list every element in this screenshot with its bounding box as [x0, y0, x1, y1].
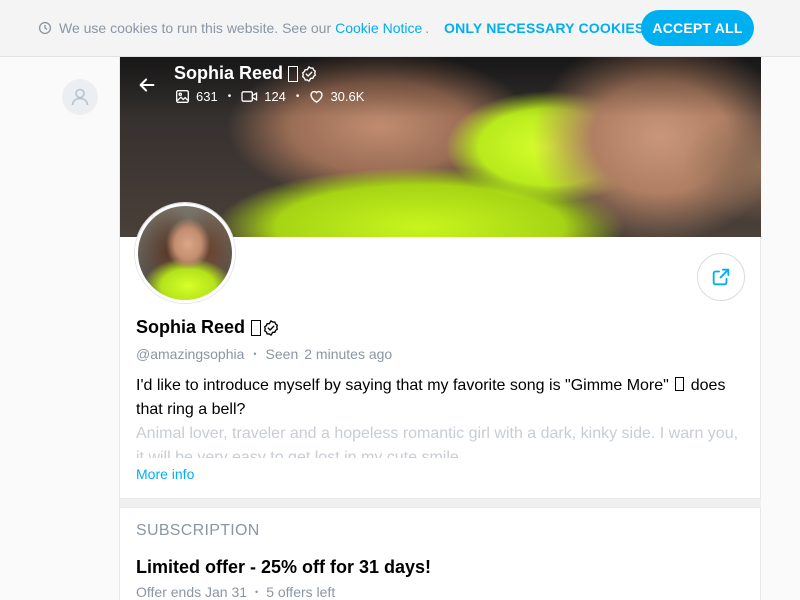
share-icon: [712, 268, 730, 286]
cover-image: Sophia Reed 631 • 124 • 30.6K: [120, 57, 761, 237]
separator-dot: •: [255, 587, 259, 597]
emoji-glyph: [251, 319, 262, 336]
photos-count: 631: [196, 89, 218, 104]
stat-separator: •: [227, 91, 232, 102]
clock-icon: [38, 21, 52, 35]
cookie-notice-link[interactable]: Cookie Notice: [335, 20, 422, 36]
cookie-period: .: [425, 20, 430, 36]
offer-ends: Offer ends Jan 31: [136, 584, 248, 600]
likes-count: 30.6K: [330, 89, 365, 104]
seen-label: Seen: [265, 346, 299, 362]
seen-time: 2 minutes ago: [304, 346, 393, 362]
user-menu-avatar[interactable]: [62, 79, 98, 115]
share-button[interactable]: [697, 253, 745, 301]
emoji-glyph: [675, 377, 685, 391]
more-info-link[interactable]: More info: [136, 466, 194, 482]
stat-separator: •: [295, 91, 300, 102]
cover-name-row: Sophia Reed: [174, 63, 318, 84]
bio-text-part1: I'd like to introduce myself by saying t…: [136, 377, 669, 394]
image-icon: [176, 90, 189, 103]
profile-column: Sophia Reed 631 • 124 • 30.6K Sophia Ree…: [119, 57, 761, 600]
back-arrow-icon[interactable]: [136, 74, 158, 96]
handle-row: @amazingsophia • Seen 2 minutes ago: [136, 346, 392, 362]
likes-stat: 30.6K: [309, 89, 364, 104]
verified-icon: [302, 65, 317, 82]
offer-meta: Offer ends Jan 31 • 5 offers left: [136, 584, 335, 600]
cookie-banner: We use cookies to run this website. See …: [0, 0, 800, 57]
verified-icon: [264, 319, 279, 336]
emoji-glyph: [288, 65, 299, 82]
bio-faded-text: Animal lover, traveler and a hopeless ro…: [136, 425, 739, 458]
section-divider: [120, 498, 761, 508]
videos-count: 124: [264, 89, 286, 104]
profile-name: Sophia Reed: [136, 317, 246, 337]
cover-name: Sophia Reed: [174, 63, 284, 83]
videos-stat: 124: [241, 89, 286, 104]
profile-handle: @amazingsophia: [136, 346, 245, 362]
only-necessary-cookies-button[interactable]: ONLY NECESSARY COOKIES: [444, 20, 644, 36]
video-icon: [241, 91, 258, 102]
offer-title: Limited offer - 25% off for 31 days!: [136, 557, 432, 577]
profile-bio: I'd like to introduce myself by saying t…: [136, 374, 748, 422]
cover-stats: 631 • 124 • 30.6K: [175, 89, 364, 104]
heart-icon: [310, 90, 324, 103]
cookie-text: We use cookies to run this website. See …: [59, 20, 332, 36]
accept-all-button[interactable]: ACCEPT ALL: [641, 10, 754, 46]
user-icon: [71, 88, 89, 106]
profile-name-row: Sophia Reed: [136, 317, 280, 338]
subscription-heading: SUBSCRIPTION: [136, 522, 260, 539]
profile-avatar[interactable]: [135, 203, 235, 303]
photos-stat: 631: [175, 89, 218, 104]
separator-dot: •: [253, 349, 257, 359]
offers-left: 5 offers left: [266, 584, 336, 600]
